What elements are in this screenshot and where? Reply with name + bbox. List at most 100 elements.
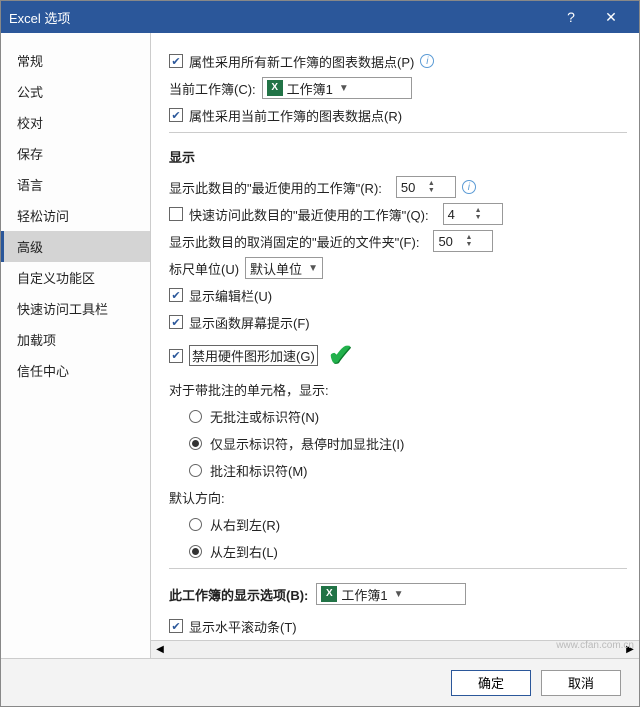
sidebar-item-advanced[interactable]: 高级 <box>1 231 150 262</box>
sidebar-item-addins[interactable]: 加载项 <box>1 324 150 355</box>
radio-no-comment[interactable] <box>189 410 202 423</box>
section-display: 显示 <box>169 147 627 166</box>
dialog: Excel 选项 ? ✕ 常规 公式 校对 保存 语言 轻松访问 高级 自定义功… <box>0 0 640 707</box>
row-disable-hw-accel: 禁用硬件图形加速(G) ✔ <box>169 338 627 373</box>
content-pane: 属性采用所有新工作簿的图表数据点(P) i 当前工作簿(C): X 工作簿1 ▼… <box>151 33 639 658</box>
row-chart-props-current: 属性采用当前工作簿的图表数据点(R) <box>169 104 627 126</box>
spinner-arrows[interactable]: ▲▼ <box>465 234 488 248</box>
info-icon[interactable]: i <box>420 54 434 68</box>
annotation-checkmark-icon: ✔ <box>328 338 353 373</box>
sidebar-item-formulas[interactable]: 公式 <box>1 76 150 107</box>
label-radio-rtl: 从右到左(R) <box>210 515 280 534</box>
section-workbook-display: 此工作簿的显示选项(B): X 工作簿1 ▼ <box>169 583 627 605</box>
row-recent-folders: 显示此数目的取消固定的"最近的文件夹"(F): 50 ▲▼ <box>169 230 627 252</box>
titlebar: Excel 选项 ? ✕ <box>1 1 639 33</box>
label-disable-hw-accel: 禁用硬件图形加速(G) <box>189 345 318 366</box>
close-button[interactable]: ✕ <box>591 9 631 26</box>
sidebar-item-quick-access[interactable]: 快速访问工具栏 <box>1 293 150 324</box>
excel-icon: X <box>321 586 337 602</box>
spinner-recent-folders-value: 50 <box>438 234 461 249</box>
divider <box>169 568 627 569</box>
chevron-down-icon: ▼ <box>394 589 404 600</box>
label-radio-ltr: 从左到右(L) <box>210 542 278 561</box>
row-current-workbook: 当前工作簿(C): X 工作簿1 ▼ <box>169 77 627 99</box>
watermark: www.cfan.com.cn <box>556 640 634 651</box>
radio-ltr[interactable] <box>189 545 202 558</box>
row-quick-access-recent: 快速访问此数目的"最近使用的工作簿"(Q): 4 ▲▼ <box>169 203 627 225</box>
sidebar-item-general[interactable]: 常规 <box>1 45 150 76</box>
sidebar-item-proofing[interactable]: 校对 <box>1 107 150 138</box>
row-radio-indicator-only: 仅显示标识符，悬停时加显批注(I) <box>169 432 627 454</box>
ok-button[interactable]: 确定 <box>451 670 531 696</box>
label-radio-indicator-only: 仅显示标识符，悬停时加显批注(I) <box>210 434 404 453</box>
checkbox-quick-access-recent[interactable] <box>169 207 183 221</box>
sidebar-item-accessibility[interactable]: 轻松访问 <box>1 200 150 231</box>
sidebar-item-save[interactable]: 保存 <box>1 138 150 169</box>
excel-icon: X <box>267 80 283 96</box>
checkbox-show-func-tips[interactable] <box>169 315 183 329</box>
label-chart-props-all: 属性采用所有新工作簿的图表数据点(P) <box>189 52 414 71</box>
label-current-workbook: 当前工作簿(C): <box>169 79 256 98</box>
radio-indicator-only[interactable] <box>189 437 202 450</box>
row-radio-rtl: 从右到左(R) <box>169 513 627 535</box>
divider <box>169 132 627 133</box>
label-quick-access-recent: 快速访问此数目的"最近使用的工作簿"(Q): <box>189 205 429 224</box>
label-show-hscroll: 显示水平滚动条(T) <box>189 617 297 636</box>
row-default-direction-label: 默认方向: <box>169 486 627 508</box>
dialog-body: 常规 公式 校对 保存 语言 轻松访问 高级 自定义功能区 快速访问工具栏 加载… <box>1 33 639 658</box>
dialog-title: Excel 选项 <box>9 8 551 27</box>
row-recent-workbooks: 显示此数目的"最近使用的工作簿"(R): 50 ▲▼ i <box>169 176 627 198</box>
label-radio-no-comment: 无批注或标识符(N) <box>210 407 319 426</box>
row-radio-ltr: 从左到右(L) <box>169 540 627 562</box>
label-show-formula-bar: 显示编辑栏(U) <box>189 286 272 305</box>
help-button[interactable]: ? <box>551 9 591 25</box>
section-workbook-display-label: 此工作簿的显示选项(B): <box>169 585 308 604</box>
spinner-arrows[interactable]: ▲▼ <box>428 180 451 194</box>
row-show-formula-bar: 显示编辑栏(U) <box>169 284 627 306</box>
combo-ruler-units-value: 默认单位 <box>250 259 302 278</box>
row-show-func-tips: 显示函数屏幕提示(F) <box>169 311 627 333</box>
cancel-button[interactable]: 取消 <box>541 670 621 696</box>
checkbox-chart-props-all[interactable] <box>169 54 183 68</box>
row-chart-props-all: 属性采用所有新工作簿的图表数据点(P) i <box>169 50 627 72</box>
row-annotated-cells-label: 对于带批注的单元格，显示: <box>169 378 627 400</box>
label-recent-folders: 显示此数目的取消固定的"最近的文件夹"(F): <box>169 232 419 251</box>
checkbox-disable-hw-accel[interactable] <box>169 349 183 363</box>
label-annotated-cells: 对于带批注的单元格，显示: <box>169 380 329 399</box>
radio-both[interactable] <box>189 464 202 477</box>
chevron-down-icon: ▼ <box>308 263 318 274</box>
combo-ruler-units[interactable]: 默认单位 ▼ <box>245 257 323 279</box>
label-show-func-tips: 显示函数屏幕提示(F) <box>189 313 310 332</box>
label-default-direction: 默认方向: <box>169 488 225 507</box>
spinner-arrows[interactable]: ▲▼ <box>475 207 498 221</box>
row-ruler-units: 标尺单位(U) 默认单位 ▼ <box>169 257 627 279</box>
sidebar-item-trust-center[interactable]: 信任中心 <box>1 355 150 386</box>
sidebar: 常规 公式 校对 保存 语言 轻松访问 高级 自定义功能区 快速访问工具栏 加载… <box>1 33 151 658</box>
spinner-quick-access-recent[interactable]: 4 ▲▼ <box>443 203 503 225</box>
info-icon[interactable]: i <box>462 180 476 194</box>
spinner-recent-workbooks-value: 50 <box>401 180 424 195</box>
spinner-recent-workbooks[interactable]: 50 ▲▼ <box>396 176 456 198</box>
radio-rtl[interactable] <box>189 518 202 531</box>
row-radio-both: 批注和标识符(M) <box>169 459 627 481</box>
label-ruler-units: 标尺单位(U) <box>169 259 239 278</box>
sidebar-item-customize-ribbon[interactable]: 自定义功能区 <box>1 262 150 293</box>
combo-current-workbook[interactable]: X 工作簿1 ▼ <box>262 77 412 99</box>
chevron-down-icon: ▼ <box>339 83 349 94</box>
sidebar-item-language[interactable]: 语言 <box>1 169 150 200</box>
combo-workbook-display-value: 工作簿1 <box>341 585 387 604</box>
checkbox-chart-props-current[interactable] <box>169 108 183 122</box>
label-recent-workbooks: 显示此数目的"最近使用的工作簿"(R): <box>169 178 382 197</box>
checkbox-show-formula-bar[interactable] <box>169 288 183 302</box>
spinner-quick-access-value: 4 <box>448 207 471 222</box>
row-radio-no-comment: 无批注或标识符(N) <box>169 405 627 427</box>
scroll-area[interactable]: 属性采用所有新工作簿的图表数据点(P) i 当前工作簿(C): X 工作簿1 ▼… <box>151 33 639 640</box>
label-radio-both: 批注和标识符(M) <box>210 461 308 480</box>
spinner-recent-folders[interactable]: 50 ▲▼ <box>433 230 493 252</box>
label-chart-props-current: 属性采用当前工作簿的图表数据点(R) <box>189 106 402 125</box>
checkbox-show-hscroll[interactable] <box>169 619 183 633</box>
combo-current-workbook-value: 工作簿1 <box>287 79 333 98</box>
scroll-left-icon[interactable]: ◀ <box>151 644 169 655</box>
row-show-hscroll: 显示水平滚动条(T) <box>169 615 627 637</box>
combo-workbook-display[interactable]: X 工作簿1 ▼ <box>316 583 466 605</box>
